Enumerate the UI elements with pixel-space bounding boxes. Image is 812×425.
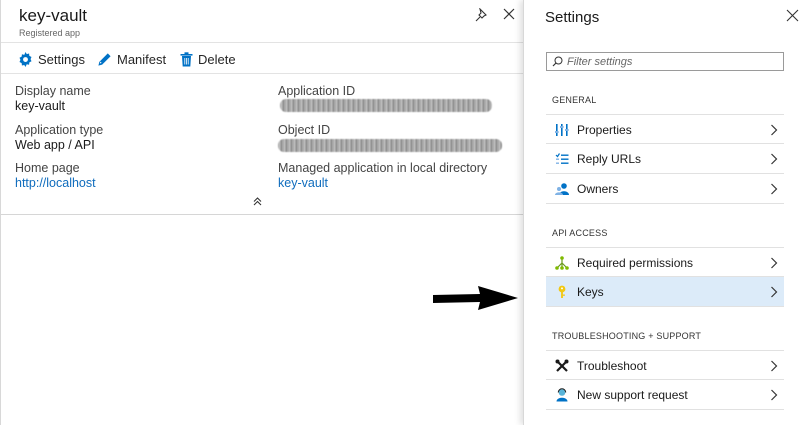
settings-item-label: Properties	[577, 123, 632, 137]
manifest-button[interactable]: Manifest	[97, 50, 166, 68]
key-icon	[558, 285, 566, 298]
trash-icon	[180, 51, 193, 66]
delete-button-label: Delete	[198, 51, 236, 67]
settings-item-label: Required permissions	[577, 256, 694, 270]
chevron-right-icon	[771, 389, 778, 401]
home-page-link[interactable]: http://localhost	[15, 176, 96, 190]
settings-item-properties[interactable]: Properties	[546, 114, 784, 144]
delete-button[interactable]: Delete	[180, 50, 236, 68]
permissions-icon	[555, 256, 569, 270]
object-id-label: Object ID	[278, 123, 331, 137]
essentials-divider	[1, 214, 524, 215]
chevron-right-icon	[771, 360, 778, 372]
page-subtitle: Registered app	[19, 28, 81, 38]
settings-item-label: Reply URLs	[577, 152, 642, 166]
filter-settings-field[interactable]	[546, 52, 784, 71]
chevron-right-icon	[771, 153, 778, 165]
settings-item-required-permissions[interactable]: Required permissions	[546, 247, 784, 277]
settings-item-new-support-request[interactable]: New support request	[546, 380, 784, 410]
section-heading-general: GENERAL	[552, 95, 597, 105]
managed-app-link[interactable]: key-vault	[278, 176, 328, 190]
settings-item-label: Keys	[577, 285, 604, 299]
settings-button[interactable]: Settings	[18, 50, 85, 68]
managed-app-label: Managed application in local directory	[278, 161, 488, 175]
close-icon[interactable]	[786, 9, 799, 22]
page-title: key-vault	[19, 6, 88, 25]
collapse-essentials-button[interactable]	[253, 197, 262, 209]
app-blade: key-vault Registered app Settings Manife…	[0, 0, 524, 425]
settings-item-troubleshoot[interactable]: Troubleshoot	[546, 350, 784, 380]
pin-icon[interactable]	[475, 8, 489, 22]
section-heading-troubleshooting: TROUBLESHOOTING + SUPPORT	[552, 331, 702, 341]
redacted-object-id	[278, 139, 502, 152]
application-type-label: Application type	[15, 123, 104, 137]
reply-urls-icon	[555, 153, 569, 164]
chevron-right-icon	[771, 257, 778, 269]
display-name-value: key-vault	[15, 99, 66, 113]
display-name-label: Display name	[15, 84, 91, 98]
troubleshoot-icon	[555, 359, 569, 372]
chevron-right-icon	[771, 286, 778, 298]
command-bar: Settings Manifest Delete	[1, 43, 524, 74]
chevron-right-icon	[771, 183, 778, 195]
settings-item-label: Owners	[577, 182, 619, 196]
section-heading-api-access: API ACCESS	[552, 228, 608, 238]
blade-header: key-vault Registered app	[1, 0, 524, 43]
settings-item-reply-urls[interactable]: Reply URLs	[546, 144, 784, 174]
owners-icon	[555, 183, 569, 195]
filter-settings-input[interactable]	[567, 54, 777, 69]
chevron-right-icon	[771, 124, 778, 136]
settings-item-label: Troubleshoot	[577, 359, 647, 373]
settings-item-keys[interactable]: Keys	[546, 277, 784, 307]
pencil-icon	[98, 52, 111, 66]
search-icon	[552, 56, 563, 67]
settings-button-label: Settings	[38, 51, 85, 67]
gear-icon	[19, 51, 32, 67]
application-id-label: Application ID	[278, 84, 356, 98]
home-page-label: Home page	[15, 161, 80, 175]
settings-blade: Settings GENERAL Properties	[523, 0, 812, 425]
settings-title: Settings	[545, 9, 600, 26]
annotation-arrow	[433, 286, 518, 310]
properties-icon	[555, 124, 569, 136]
settings-item-owners[interactable]: Owners	[546, 174, 784, 204]
support-request-icon	[556, 388, 568, 402]
settings-item-label: New support request	[577, 388, 688, 402]
application-type-value: Web app / API	[15, 138, 95, 152]
manifest-button-label: Manifest	[117, 51, 167, 67]
redacted-application-id	[280, 99, 492, 112]
double-chevron-up-icon	[253, 197, 262, 206]
close-icon[interactable]	[502, 7, 516, 21]
